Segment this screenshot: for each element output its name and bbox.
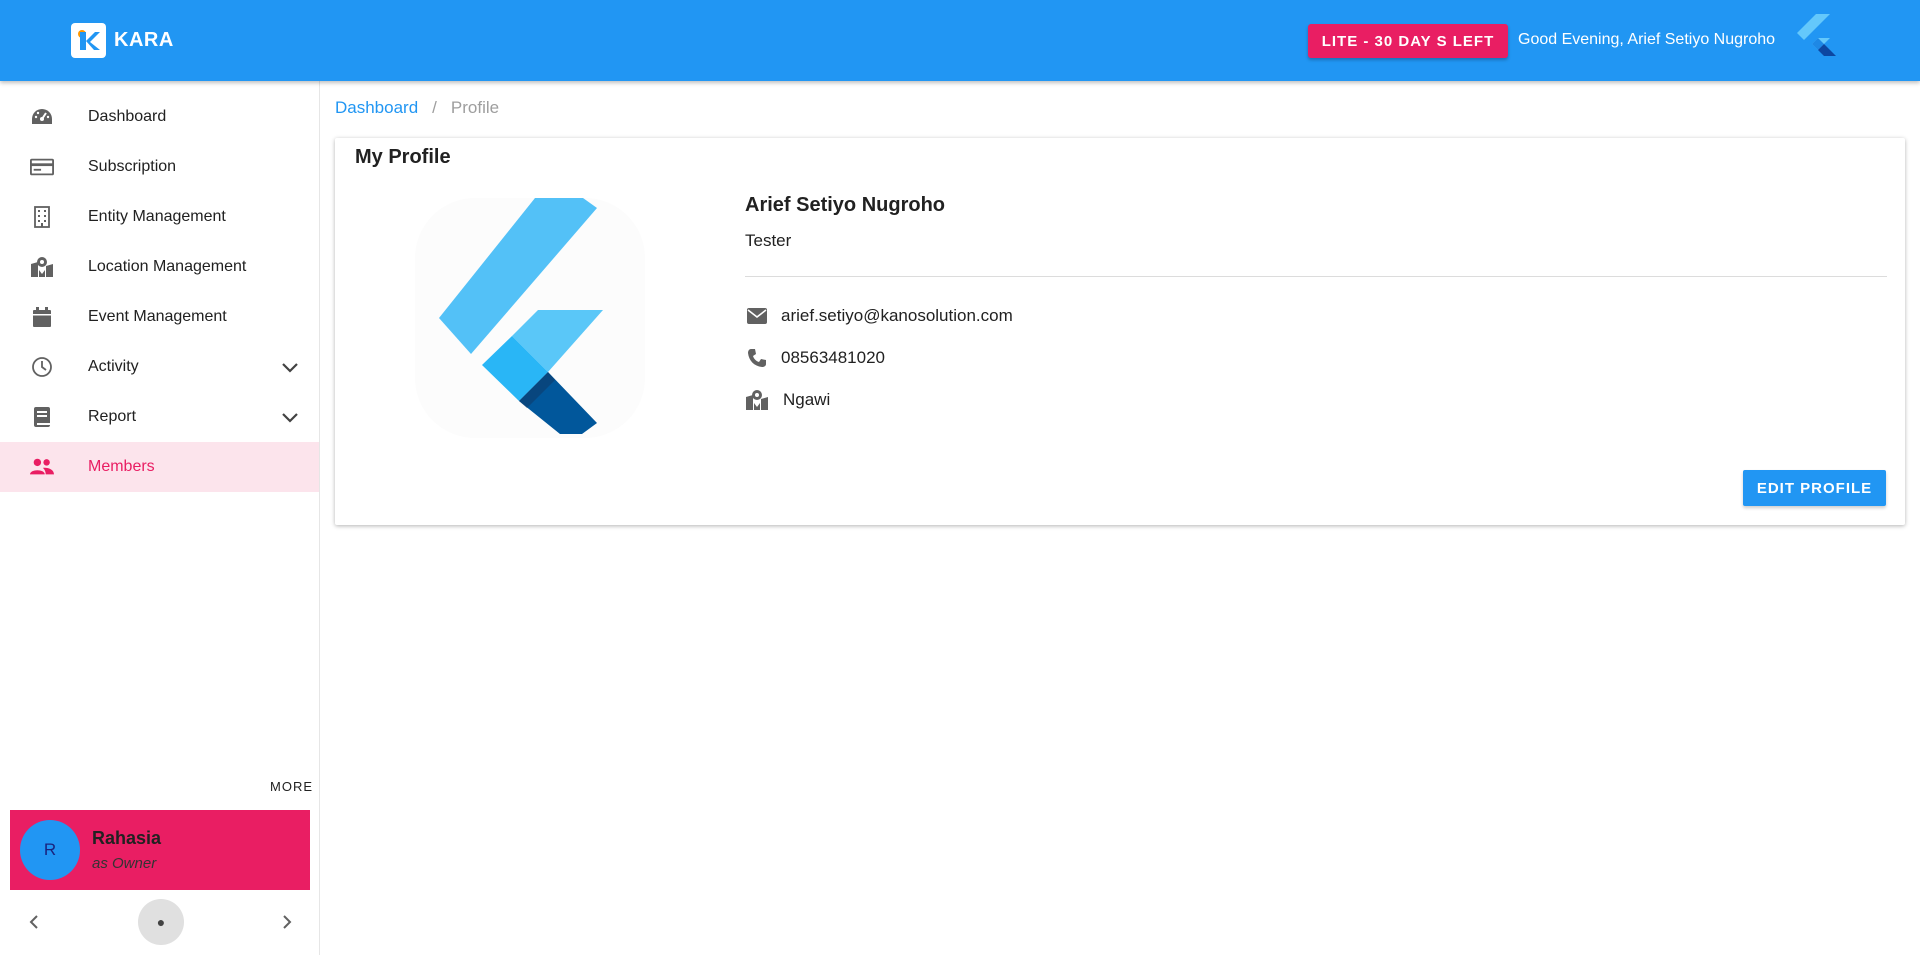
sidebar-item-event-management[interactable]: Event Management (0, 292, 319, 342)
sidebar-item-dashboard[interactable]: Dashboard (0, 92, 319, 142)
sidebar-item-location-management[interactable]: Location Management (0, 242, 319, 292)
sidebar-item-entity-management[interactable]: Entity Management (0, 192, 319, 242)
edit-profile-button[interactable]: EDIT PROFILE (1743, 470, 1886, 506)
breadcrumb-dashboard-link[interactable]: Dashboard (335, 98, 418, 118)
card-title: My Profile (355, 146, 451, 168)
chevron-left-icon[interactable] (22, 910, 46, 934)
account-name: Rahasia (92, 828, 162, 848)
sidebar: Dashboard Subscription Entity Management… (0, 81, 320, 955)
sidebar-item-subscription[interactable]: Subscription (0, 142, 319, 192)
breadcrumb-current: Profile (450, 98, 500, 117)
sidebar-item-label: Subscription (88, 158, 177, 175)
breadcrumb-separator: / (432, 98, 437, 117)
user-avatar-icon[interactable] (1796, 14, 1844, 68)
profile-picture (415, 198, 645, 438)
credit-card-icon (30, 155, 54, 179)
calendar-icon (30, 305, 54, 329)
more-link[interactable]: MORE (270, 779, 313, 794)
top-app-bar: KARA LITE - 30 DAY S LEFT Good Evening, … (0, 0, 1920, 81)
divider (745, 276, 1887, 277)
envelope-icon (745, 304, 769, 328)
chevron-right-icon[interactable] (275, 910, 299, 934)
account-role: as Owner (92, 855, 157, 872)
breadcrumb: Dashboard / Profile (335, 98, 499, 118)
sidebar-item-label: Activity (88, 358, 139, 375)
sidebar-item-report[interactable]: Report (0, 392, 319, 442)
sidebar-item-label: Report (88, 408, 137, 425)
profile-card: My Profile Arief Setiyo Nugroho Tester a… (335, 138, 1905, 525)
profile-email: arief.setiyo@kanosolution.com (781, 306, 1013, 325)
kara-logo-icon (71, 23, 106, 58)
people-icon (30, 455, 54, 479)
clock-icon (30, 355, 54, 379)
phone-row: 08563481020 (745, 346, 885, 370)
sidebar-item-members[interactable]: Members (0, 442, 319, 492)
chevron-down-icon[interactable] (278, 355, 302, 379)
sidebar-item-label: Entity Management (88, 208, 226, 225)
location-row: Ngawi (745, 388, 830, 412)
dashboard-gauge-icon (30, 105, 54, 129)
email-row: arief.setiyo@kanosolution.com (745, 304, 1013, 328)
map-marker-icon (30, 255, 54, 279)
brand[interactable]: KARA (71, 23, 174, 58)
profile-name: Arief Setiyo Nugroho (745, 194, 946, 216)
profile-role: Tester (745, 231, 792, 250)
sidebar-item-label: Event Management (88, 308, 227, 325)
trial-badge-button[interactable]: LITE - 30 DAY S LEFT (1308, 24, 1508, 58)
sidebar-item-label: Dashboard (88, 108, 167, 125)
profile-location: Ngawi (783, 390, 831, 409)
sidebar-item-activity[interactable]: Activity (0, 342, 319, 392)
account-card[interactable]: R Rahasia as Owner (10, 810, 310, 890)
building-icon (30, 205, 54, 229)
account-avatar: R (20, 820, 80, 880)
brand-name: KARA (114, 29, 174, 51)
chevron-down-icon[interactable] (278, 405, 302, 429)
book-icon (30, 405, 54, 429)
sidebar-item-label: Members (88, 458, 155, 475)
greeting-text: Good Evening, Arief Setiyo Nugroho (1518, 31, 1776, 48)
phone-icon (745, 346, 769, 370)
sidebar-item-label: Location Management (88, 258, 247, 275)
profile-phone: 08563481020 (781, 348, 886, 367)
pager-dot-button[interactable]: ● (138, 899, 184, 945)
map-marker-icon (745, 388, 769, 412)
